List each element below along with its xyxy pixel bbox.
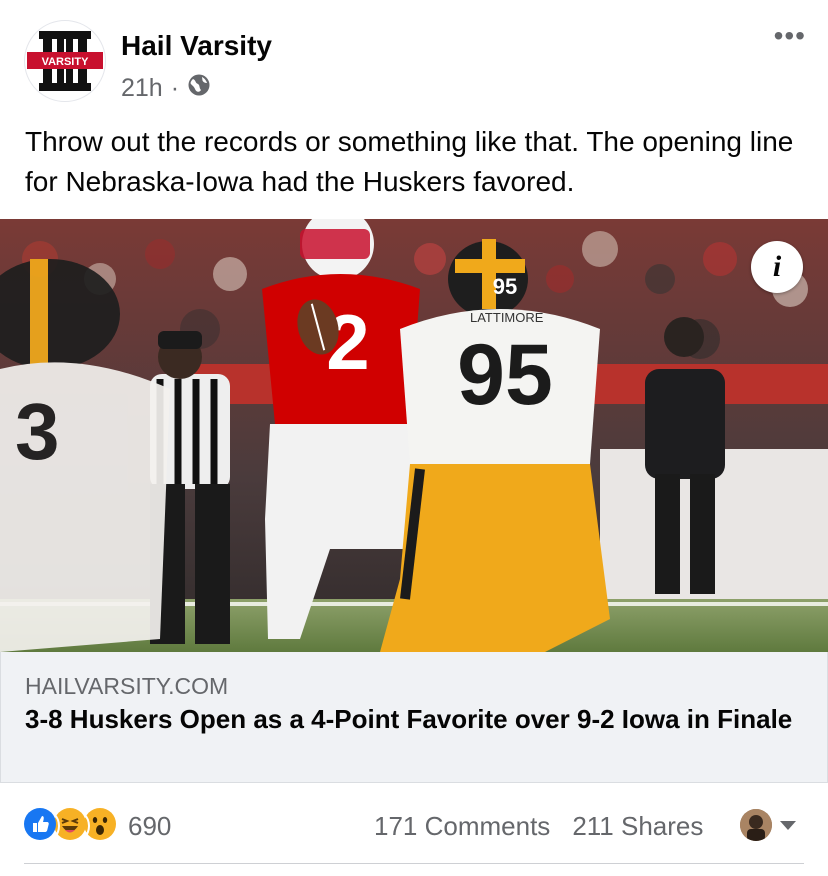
post-header: VARSITY Hail Varsity 21h · ••• bbox=[0, 0, 828, 115]
post-photo[interactable]: 2 95 LATTIMORE 95 3 bbox=[0, 219, 828, 652]
link-domain: HAILVARSITY.COM bbox=[25, 673, 229, 699]
helmet-number: 95 bbox=[493, 274, 517, 299]
more-options-button[interactable]: ••• bbox=[774, 22, 806, 50]
info-button[interactable]: i bbox=[751, 241, 803, 293]
svg-text:3: 3 bbox=[15, 387, 60, 476]
chevron-down-icon[interactable] bbox=[780, 821, 796, 830]
post-caption: Throw out the records or something like … bbox=[25, 126, 794, 197]
link-preview[interactable]: HAILVARSITY.COM 3-8 Huskers Open as a 4-… bbox=[0, 652, 828, 783]
football-photo: 2 95 LATTIMORE 95 3 bbox=[0, 219, 828, 652]
viewer-avatar[interactable] bbox=[740, 809, 772, 841]
page-name[interactable]: Hail Varsity bbox=[121, 30, 272, 62]
meta-separator: · bbox=[170, 74, 180, 102]
globe-icon bbox=[187, 73, 211, 104]
like-icon bbox=[24, 808, 60, 844]
link-title: 3-8 Huskers Open as a 4-Point Favorite o… bbox=[25, 704, 793, 734]
page-avatar[interactable]: VARSITY bbox=[24, 20, 106, 102]
hail-varsity-logo: VARSITY bbox=[27, 31, 103, 91]
post-meta: 21h · bbox=[121, 73, 211, 104]
reactions-summary[interactable]: 690 bbox=[24, 808, 171, 844]
footer-divider bbox=[24, 863, 804, 864]
timestamp[interactable]: 21h bbox=[121, 74, 163, 103]
avatar-text: VARSITY bbox=[42, 56, 90, 68]
shares-count[interactable]: 211 Shares bbox=[572, 811, 703, 842]
defender-jersey-number: 95 bbox=[457, 327, 553, 423]
post-footer: 690 171 Comments 211 Shares bbox=[0, 795, 828, 857]
engagement-counts: 171 Comments 211 Shares bbox=[374, 811, 703, 842]
reaction-count: 690 bbox=[128, 810, 172, 841]
comments-count[interactable]: 171 Comments bbox=[374, 811, 550, 842]
nameplate: LATTIMORE bbox=[470, 310, 544, 325]
